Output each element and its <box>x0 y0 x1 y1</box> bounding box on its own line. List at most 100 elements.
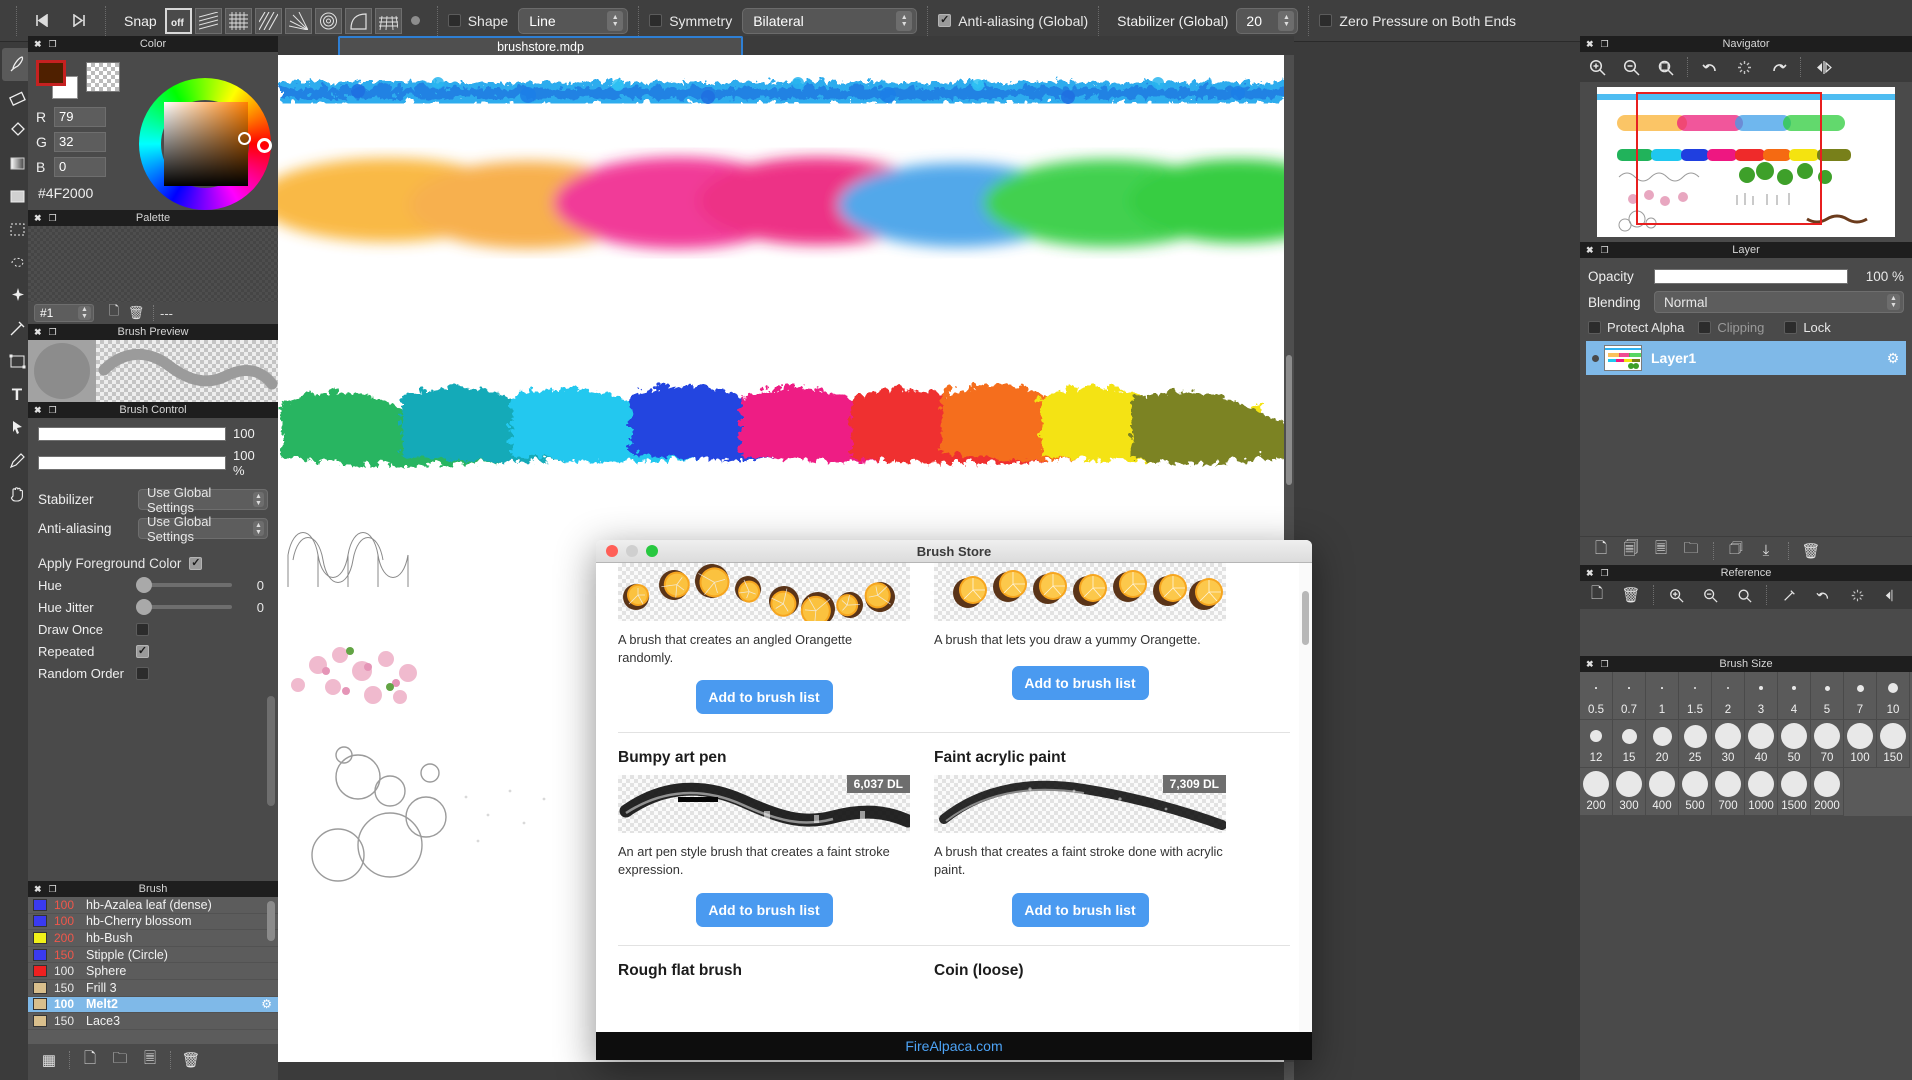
brush-store-item[interactable]: A brush that creates an angled Orangette… <box>618 563 934 714</box>
chevron-updown-icon[interactable]: ▲▼ <box>78 306 91 320</box>
brush-size-cell[interactable]: 7 <box>1844 672 1877 720</box>
brush-size-cell[interactable]: 400 <box>1646 768 1679 816</box>
brush-list-item[interactable]: 200hb-Bush <box>28 930 278 947</box>
snap-mode-circle[interactable] <box>315 8 342 34</box>
collapse-icon[interactable]: ❐ <box>49 213 57 224</box>
green-input[interactable]: 32 <box>54 132 106 152</box>
delete-layer-icon[interactable]: 🗑 <box>1796 539 1826 563</box>
reference-flip-icon[interactable] <box>1874 582 1908 608</box>
reference-eyedropper-icon[interactable] <box>1772 582 1806 608</box>
delete-palette-icon[interactable]: 🗑 <box>125 304 147 322</box>
protect-alpha-checkbox[interactable] <box>1588 321 1601 334</box>
close-icon[interactable]: ✖ <box>34 327 42 338</box>
import-layer-icon[interactable]: ⤓ <box>1751 539 1781 563</box>
palette-index-select[interactable]: #1 ▲▼ <box>34 304 94 322</box>
brush-size-cell[interactable]: 40 <box>1745 720 1778 768</box>
navigator-thumbnail-area[interactable] <box>1580 82 1912 242</box>
reference-zoom-out-icon[interactable] <box>1693 582 1727 608</box>
collapse-icon[interactable]: ❐ <box>49 327 57 338</box>
add-to-brush-list-button[interactable]: Add to brush list <box>696 893 833 927</box>
brush-size-cell[interactable]: 25 <box>1679 720 1712 768</box>
symmetry-checkbox-row[interactable]: Symmetry <box>649 13 732 29</box>
brush-size-cell[interactable]: 50 <box>1778 720 1811 768</box>
hue-jitter-slider[interactable] <box>136 605 232 609</box>
brush-size-cell[interactable]: 300 <box>1613 768 1646 816</box>
layer-visibility-toggle[interactable] <box>1586 355 1604 362</box>
add-to-brush-list-button[interactable]: Add to brush list <box>1012 893 1149 927</box>
navigator-viewport-box[interactable] <box>1636 92 1822 225</box>
chevron-updown-icon[interactable]: ▲▼ <box>253 492 264 507</box>
brush-size-cell[interactable]: 1500 <box>1778 768 1811 816</box>
brush-settings-icon[interactable]: ▦ <box>34 1048 64 1072</box>
reference-rotate-left-icon[interactable] <box>1806 582 1840 608</box>
brush-size-cell[interactable]: 2 <box>1712 672 1745 720</box>
brush-size-value[interactable]: 100 <box>226 426 268 441</box>
random-order-checkbox[interactable] <box>136 667 149 680</box>
antialiasing-checkbox-row[interactable]: Anti-aliasing (Global) <box>938 13 1088 29</box>
transparency-swatch[interactable] <box>86 62 120 92</box>
antialiasing-checkbox[interactable] <box>938 14 951 27</box>
reference-zoom-fit-icon[interactable] <box>1727 582 1761 608</box>
brush-size-cell[interactable]: 700 <box>1712 768 1745 816</box>
zoom-fit-icon[interactable] <box>1648 54 1682 80</box>
shape-select[interactable]: Line ▲▼ <box>518 8 628 34</box>
brush-size-cell[interactable]: 150 <box>1877 720 1910 768</box>
shape-checkbox-row[interactable]: Shape <box>448 13 508 29</box>
brush-list-item[interactable]: 150Stipple (Circle) <box>28 947 278 964</box>
close-icon[interactable]: ✖ <box>1586 39 1594 50</box>
brush-store-item[interactable]: A brush that lets you draw a yummy Orang… <box>934 563 1250 714</box>
nav-prev-button[interactable] <box>27 8 61 34</box>
blue-input[interactable]: 0 <box>54 157 106 177</box>
symmetry-select[interactable]: Bilateral ▲▼ <box>742 8 917 34</box>
rotate-right-icon[interactable] <box>1761 54 1795 80</box>
firealpaca-link[interactable]: FireAlpaca.com <box>905 1038 1002 1054</box>
collapse-icon[interactable]: ❐ <box>49 884 57 895</box>
stabilizer-input[interactable]: 20 ▲▼ <box>1236 8 1298 34</box>
close-icon[interactable]: ✖ <box>34 213 42 224</box>
collapse-icon[interactable]: ❐ <box>1601 568 1609 579</box>
brush-size-cell[interactable]: 5 <box>1811 672 1844 720</box>
brush-size-grid[interactable]: 0.50.711.5234571012152025304050701001502… <box>1580 672 1912 816</box>
open-reference-icon[interactable]: 🗋 <box>1580 582 1614 608</box>
delete-brush-icon[interactable]: 🗑 <box>176 1048 206 1072</box>
chevron-updown-icon[interactable]: ▲▼ <box>253 521 264 536</box>
new-palette-icon[interactable]: 🗋 <box>103 304 125 322</box>
chevron-updown-icon[interactable]: ▲▼ <box>1278 11 1294 31</box>
palette-grid[interactable] <box>28 226 278 302</box>
foreground-color-swatch[interactable] <box>36 60 66 86</box>
brush-list-item[interactable]: 100hb-Cherry blossom <box>28 914 278 931</box>
close-icon[interactable]: ✖ <box>34 884 42 895</box>
snap-mode-off[interactable]: off <box>165 8 192 34</box>
brush-list-item[interactable]: 100Melt2⚙ <box>28 997 278 1014</box>
apply-foreground-checkbox[interactable] <box>189 557 202 570</box>
antialiasing-select[interactable]: Use Global Settings ▲▼ <box>138 518 268 539</box>
brush-size-cell[interactable]: 1000 <box>1745 768 1778 816</box>
stabilizer-select[interactable]: Use Global Settings ▲▼ <box>138 489 268 510</box>
brush-store-item[interactable]: Rough flat brush <box>618 946 934 988</box>
brush-size-cell[interactable]: 1 <box>1646 672 1679 720</box>
new-layer-icon[interactable]: 🗋 <box>1586 539 1616 563</box>
snap-mode-perspective[interactable] <box>375 8 402 34</box>
color-swatches[interactable] <box>36 60 84 102</box>
close-icon[interactable]: ✖ <box>1586 568 1594 579</box>
collapse-icon[interactable]: ❐ <box>49 39 57 50</box>
close-icon[interactable]: ✖ <box>34 39 42 50</box>
brush-store-item[interactable]: Coin (loose) <box>934 946 1250 988</box>
reference-reset-icon[interactable] <box>1840 582 1874 608</box>
clipping-checkbox[interactable] <box>1698 321 1711 334</box>
merge-layer-icon[interactable]: 🗏 <box>1646 539 1676 563</box>
snap-mode-parallel[interactable] <box>195 8 222 34</box>
collapse-icon[interactable]: ❐ <box>1601 659 1609 670</box>
chevron-updown-icon[interactable]: ▲▼ <box>1887 294 1900 310</box>
snap-mode-radial[interactable] <box>285 8 312 34</box>
duplicate-brush-icon[interactable]: 🗏 <box>135 1048 165 1072</box>
color-square[interactable] <box>164 102 248 186</box>
gear-icon[interactable]: ⚙ <box>261 997 272 1011</box>
brush-size-cell[interactable]: 15 <box>1613 720 1646 768</box>
brush-store-dialog[interactable]: Brush Store A brush that creates an angl… <box>596 540 1312 1060</box>
canvas-vertical-scroll-thumb[interactable] <box>1286 355 1292 485</box>
brush-store-body[interactable]: A brush that creates an angled Orangette… <box>596 563 1312 1037</box>
shape-checkbox[interactable] <box>448 14 461 27</box>
blending-select[interactable]: Normal ▲▼ <box>1654 291 1904 313</box>
brush-size-cell[interactable]: 3 <box>1745 672 1778 720</box>
